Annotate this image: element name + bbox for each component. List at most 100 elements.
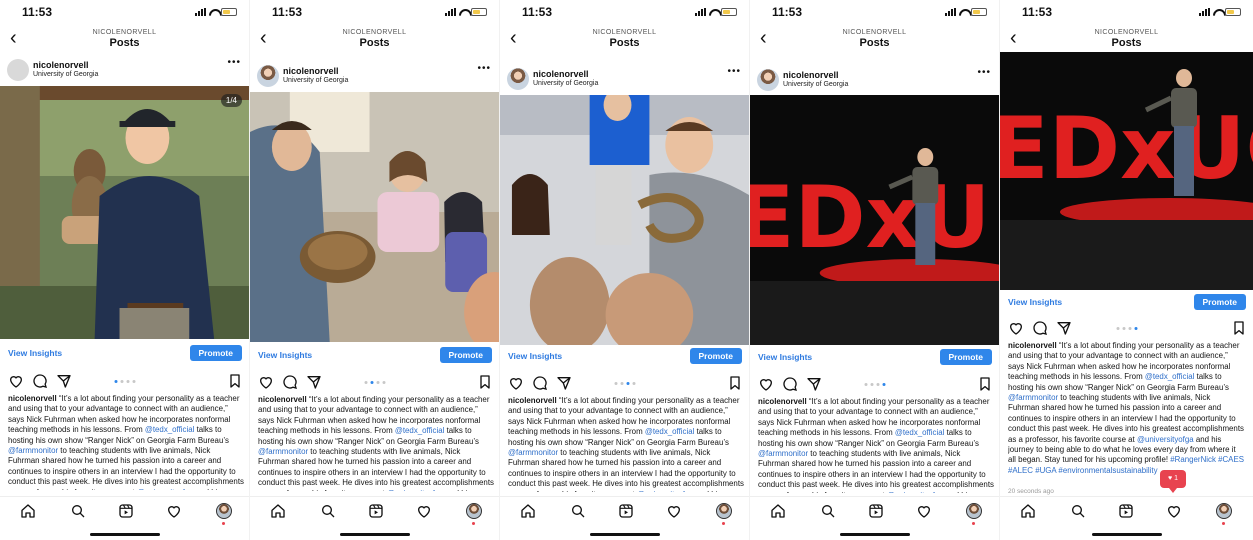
search-icon[interactable] — [820, 503, 836, 519]
heart-icon[interactable] — [416, 503, 432, 519]
top-nav: ‹ NICOLENORVELL Posts — [1000, 26, 1253, 54]
caption-mention[interactable]: @tedx_official — [145, 425, 195, 434]
promote-button[interactable]: Promote — [189, 345, 242, 361]
caption-mention[interactable]: @universityofga — [887, 491, 944, 493]
view-insights-link[interactable]: View Insights — [758, 352, 812, 362]
caption-username[interactable]: nicolenorvell — [1008, 341, 1057, 350]
home-icon[interactable] — [1020, 503, 1036, 519]
profile-avatar[interactable] — [1216, 503, 1232, 519]
post-photo[interactable]: EDxU — [750, 95, 999, 345]
heart-icon[interactable] — [916, 503, 932, 519]
caption-mention[interactable]: @tedx_official — [645, 427, 695, 436]
share-icon[interactable] — [56, 373, 72, 389]
post-username[interactable]: nicolenorvell — [283, 66, 339, 76]
reels-icon[interactable] — [1118, 503, 1134, 519]
caption-username[interactable]: nicolenorvell — [258, 395, 307, 404]
heart-icon[interactable] — [258, 374, 274, 390]
avatar[interactable] — [507, 68, 529, 90]
search-icon[interactable] — [70, 503, 86, 519]
bookmark-icon[interactable] — [727, 375, 743, 391]
comment-icon[interactable] — [282, 374, 298, 390]
post-username[interactable]: nicolenorvell — [33, 60, 89, 70]
caption-mention[interactable]: @tedx_official — [395, 426, 445, 435]
view-insights-link[interactable]: View Insights — [508, 351, 562, 361]
bookmark-icon[interactable] — [1231, 320, 1247, 336]
heart-icon[interactable] — [1166, 503, 1182, 519]
promote-button[interactable]: Promote — [939, 349, 992, 365]
avatar[interactable] — [257, 65, 279, 87]
post-username[interactable]: nicolenorvell — [533, 69, 589, 79]
heart-icon[interactable] — [8, 373, 24, 389]
post-username[interactable]: nicolenorvell — [783, 70, 839, 80]
reels-icon[interactable] — [368, 503, 384, 519]
caption-username[interactable]: nicolenorvell — [508, 396, 557, 405]
heart-icon[interactable] — [508, 375, 524, 391]
view-insights-link[interactable]: View Insights — [8, 348, 62, 358]
profile-avatar[interactable] — [966, 503, 982, 519]
caption-mention[interactable]: @universityofga — [637, 490, 694, 492]
view-insights-link[interactable]: View Insights — [1008, 297, 1062, 307]
more-icon[interactable]: ••• — [727, 66, 741, 77]
post-photo[interactable]: 1/4 — [0, 86, 249, 339]
profile-avatar[interactable] — [716, 503, 732, 519]
caption-mention[interactable]: @universityofga — [387, 489, 444, 491]
home-icon[interactable] — [770, 503, 786, 519]
bookmark-icon[interactable] — [477, 374, 493, 390]
comment-icon[interactable] — [1032, 320, 1048, 336]
heart-icon[interactable] — [1008, 320, 1024, 336]
avatar[interactable] — [7, 59, 29, 81]
share-icon[interactable] — [806, 376, 822, 392]
post-location[interactable]: University of Georgia — [533, 80, 598, 87]
caption-mention[interactable]: @universityofga — [137, 488, 194, 490]
share-icon[interactable] — [1056, 320, 1072, 336]
profile-avatar[interactable] — [466, 503, 482, 519]
post-photo[interactable] — [500, 95, 749, 345]
activity-notification-badge[interactable]: ♥ 1 — [1160, 470, 1186, 493]
promote-button[interactable]: Promote — [439, 347, 492, 363]
caption-mention[interactable]: @tedx_official — [1145, 372, 1195, 381]
promote-button[interactable]: Promote — [1193, 294, 1246, 310]
post-location[interactable]: University of Georgia — [783, 81, 848, 88]
caption-mention[interactable]: @farmmonitor — [8, 446, 58, 455]
caption-mention[interactable]: @farmmonitor — [758, 449, 808, 458]
caption-mention[interactable]: @farmmonitor — [1008, 393, 1058, 402]
bookmark-icon[interactable] — [977, 376, 993, 392]
promote-button[interactable]: Promote — [689, 348, 742, 364]
reels-icon[interactable] — [868, 503, 884, 519]
caption-mention[interactable]: @farmmonitor — [508, 448, 558, 457]
carousel-dot — [870, 383, 873, 386]
post-photo[interactable]: EDxUG — [1000, 52, 1253, 290]
home-icon[interactable] — [520, 503, 536, 519]
profile-avatar[interactable] — [216, 503, 232, 519]
post-photo[interactable] — [250, 92, 499, 342]
reels-icon[interactable] — [118, 503, 134, 519]
home-icon[interactable] — [270, 503, 286, 519]
caption-mention[interactable]: @farmmonitor — [258, 447, 308, 456]
share-icon[interactable] — [556, 375, 572, 391]
more-icon[interactable]: ••• — [227, 57, 241, 68]
bookmark-icon[interactable] — [227, 373, 243, 389]
caption-mention[interactable]: @universityofga — [1137, 435, 1194, 444]
comment-icon[interactable] — [32, 373, 48, 389]
more-icon[interactable]: ••• — [977, 67, 991, 78]
comment-icon[interactable] — [782, 376, 798, 392]
comment-icon[interactable] — [532, 375, 548, 391]
more-icon[interactable]: ••• — [477, 63, 491, 74]
reels-icon[interactable] — [618, 503, 634, 519]
search-icon[interactable] — [1070, 503, 1086, 519]
caption-username[interactable]: nicolenorvell — [8, 394, 57, 403]
caption-username[interactable]: nicolenorvell — [758, 397, 807, 406]
view-insights-link[interactable]: View Insights — [258, 350, 312, 360]
home-icon[interactable] — [20, 503, 36, 519]
heart-icon[interactable] — [758, 376, 774, 392]
battery-icon — [971, 8, 987, 16]
caption-mention[interactable]: @tedx_official — [895, 428, 945, 437]
heart-icon[interactable] — [666, 503, 682, 519]
post-location[interactable]: University of Georgia — [33, 71, 98, 78]
search-icon[interactable] — [320, 503, 336, 519]
heart-icon[interactable] — [166, 503, 182, 519]
search-icon[interactable] — [570, 503, 586, 519]
avatar[interactable] — [757, 69, 779, 91]
share-icon[interactable] — [306, 374, 322, 390]
post-location[interactable]: University of Georgia — [283, 77, 348, 84]
